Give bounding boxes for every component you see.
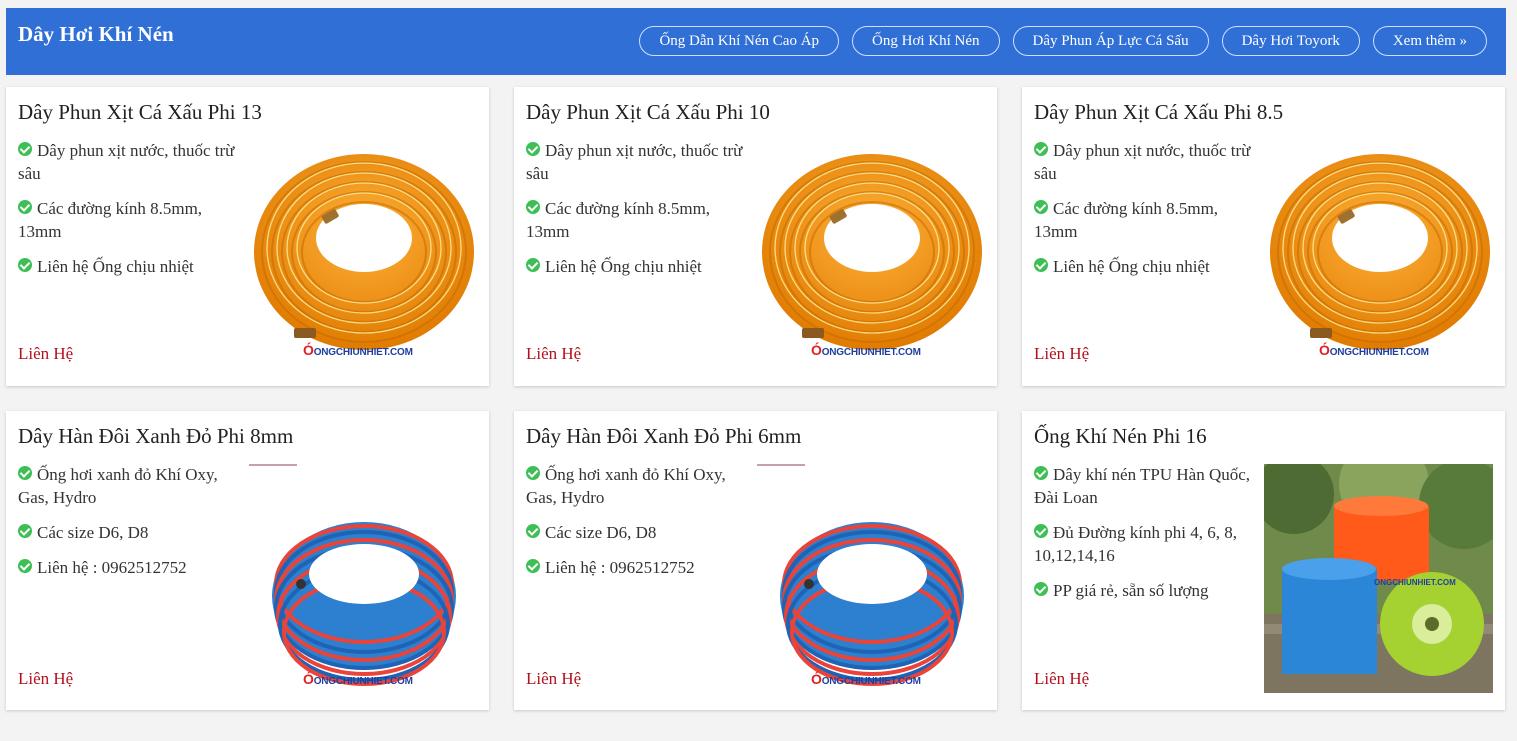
product-features: Dây phun xịt nước, thuốc trừ sâu Các đườ… [18,139,240,290]
check-icon [18,524,32,539]
feature-item: Dây phun xịt nước, thuốc trừ sâu [526,141,743,183]
feature-item: Ống hơi xanh đỏ Khí Oxy, Gas, Hydro [526,465,726,507]
feature-item: Các size D6, D8 [18,521,240,544]
product-title[interactable]: Dây Hàn Đôi Xanh Đỏ Phi 8mm [18,424,293,449]
check-icon [526,559,540,574]
watermark-logo: ÓONGCHIUNHIET.COM [811,671,921,687]
link-day-hoi-toyork[interactable]: Dây Hơi Toyork [1221,26,1360,56]
check-icon [1034,466,1048,481]
link-ong-hoi-khi-nen[interactable]: Ống Hơi Khí Nén [852,26,1000,56]
product-features: Ống hơi xanh đỏ Khí Oxy, Gas, Hydro Các … [18,463,240,591]
feature-item: Liên hệ : 0962512752 [18,556,240,579]
watermark-logo: ÓONGCHIUNHIET.COM [303,342,413,358]
check-icon [526,200,540,215]
tpu-hose-reels-photo[interactable]: ONGCHIUNHIET.COM [1264,464,1493,693]
check-icon [1034,200,1048,215]
check-icon [526,466,540,481]
feature-item: Liên hệ Ống chịu nhiệt [18,255,240,278]
contact-link[interactable]: Liên Hệ [1034,344,1089,364]
check-icon [1034,524,1048,539]
check-icon [18,258,32,273]
check-icon [1034,258,1048,273]
check-icon [18,466,32,481]
contact-link[interactable]: Liên Hệ [18,344,73,364]
feature-item: Các đường kính 8.5mm, 13mm [18,199,203,241]
check-icon [1034,142,1048,157]
feature-item: Đủ Đường kính phi 4, 6, 8, 10,12,14,16 [1034,523,1237,565]
feature-item: Dây phun xịt nước, thuốc trừ sâu [1034,141,1251,183]
contact-link[interactable]: Liên Hệ [526,344,581,364]
check-icon [18,142,32,157]
category-title: Dây Hơi Khí Nén [18,22,174,46]
product-card[interactable]: Dây Hàn Đôi Xanh Đỏ Phi 6mm Ống hơi xanh… [514,411,997,710]
feature-item: Liên hệ Ống chịu nhiệt [1034,255,1256,278]
product-features: Dây khí nén TPU Hàn Quốc, Đài Loan Đủ Đư… [1034,463,1256,614]
product-title[interactable]: Dây Hàn Đôi Xanh Đỏ Phi 6mm [526,424,801,449]
check-icon [1034,582,1048,597]
feature-item: Dây khí nén TPU Hàn Quốc, Đài Loan [1034,465,1251,507]
feature-item: Các đường kính 8.5mm, 13mm [1034,199,1219,241]
product-card[interactable]: Dây Hàn Đôi Xanh Đỏ Phi 8mm Ống hơi xanh… [6,411,489,710]
product-card[interactable]: Dây Phun Xịt Cá Xấu Phi 10 Dây phun xịt … [514,87,997,386]
product-card[interactable]: Ống Khí Nén Phi 16 Dây khí nén TPU Hàn Q… [1022,411,1505,710]
product-card[interactable]: Dây Phun Xịt Cá Xấu Phi 13 Dây phun xịt … [6,87,489,386]
watermark-logo: ÓONGCHIUNHIET.COM [811,342,921,358]
check-icon [526,142,540,157]
orange-hose-coil-image[interactable] [757,142,987,372]
category-header: Dây Hơi Khí Nén Ống Dẫn Khí Nén Cao Áp Ố… [6,8,1506,75]
feature-item: Ống hơi xanh đỏ Khí Oxy, Gas, Hydro [18,465,218,507]
check-icon [18,200,32,215]
product-features: Dây phun xịt nước, thuốc trừ sâu Các đườ… [1034,139,1256,290]
divider [757,464,805,466]
product-title[interactable]: Dây Phun Xịt Cá Xấu Phi 13 [18,100,262,125]
feature-item: Các đường kính 8.5mm, 13mm [526,199,711,241]
product-features: Ống hơi xanh đỏ Khí Oxy, Gas, Hydro Các … [526,463,748,591]
feature-item: Liên hệ : 0962512752 [526,556,748,579]
feature-item: Dây phun xịt nước, thuốc trừ sâu [18,141,235,183]
feature-item: PP giá rẻ, sẵn số lượng [1034,579,1256,602]
orange-hose-coil-image[interactable] [249,142,479,372]
divider [249,464,297,466]
contact-link[interactable]: Liên Hệ [18,669,73,689]
product-title[interactable]: Dây Phun Xịt Cá Xấu Phi 10 [526,100,770,125]
check-icon [18,559,32,574]
contact-link[interactable]: Liên Hệ [526,669,581,689]
link-ong-dan-khi-nen-cao-ap[interactable]: Ống Dẫn Khí Nén Cao Áp [639,26,840,56]
check-icon [526,524,540,539]
product-features: Dây phun xịt nước, thuốc trừ sâu Các đườ… [526,139,748,290]
product-title[interactable]: Dây Phun Xịt Cá Xấu Phi 8.5 [1034,100,1283,125]
product-title[interactable]: Ống Khí Nén Phi 16 [1034,424,1207,449]
see-more-button[interactable]: Xem thêm » [1372,26,1487,56]
svg-text:ONGCHIUNHIET.COM: ONGCHIUNHIET.COM [1374,578,1456,587]
watermark-logo: ÓONGCHIUNHIET.COM [303,671,413,687]
product-card[interactable]: Dây Phun Xịt Cá Xấu Phi 8.5 Dây phun xịt… [1022,87,1505,386]
feature-item: Liên hệ Ống chịu nhiệt [526,255,748,278]
contact-link[interactable]: Liên Hệ [1034,669,1089,689]
check-icon [526,258,540,273]
link-day-phun-ap-luc-ca-sau[interactable]: Dây Phun Áp Lực Cá Sấu [1012,26,1209,56]
orange-hose-coil-image[interactable] [1265,142,1495,372]
feature-item: Các size D6, D8 [526,521,748,544]
watermark-logo: ÓONGCHIUNHIET.COM [1319,342,1429,358]
category-links: Ống Dẫn Khí Nén Cao Áp Ống Hơi Khí Nén D… [639,26,1487,56]
